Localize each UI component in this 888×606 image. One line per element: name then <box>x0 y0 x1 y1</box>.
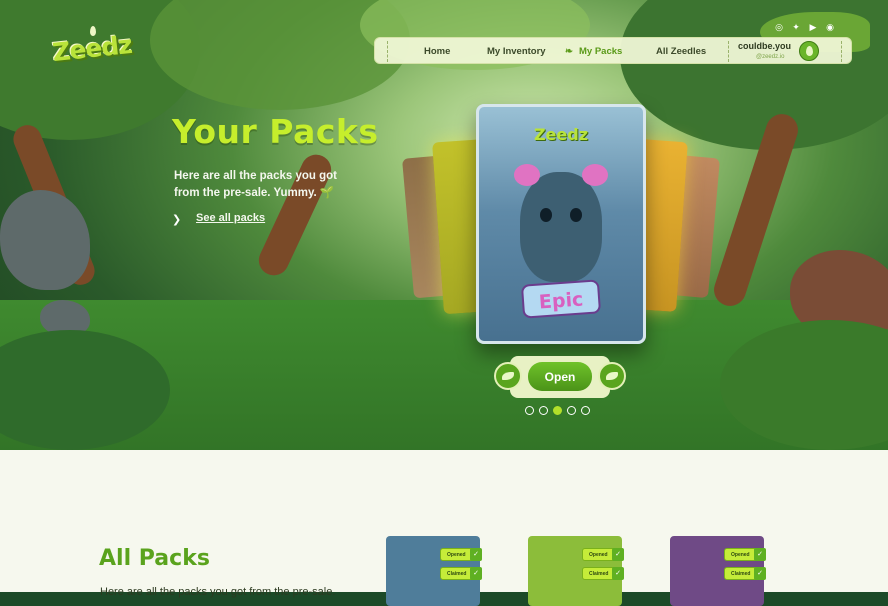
open-pack-button[interactable]: Open <box>528 362 592 391</box>
leaf-icon: ❧ <box>565 46 573 57</box>
check-icon: ✓ <box>612 548 624 561</box>
nav-divider <box>841 41 842 62</box>
zeedz-logo[interactable]: Zeedz <box>48 26 136 72</box>
rock <box>0 190 90 290</box>
carousel-dot[interactable] <box>567 406 576 415</box>
pack-logo: Zeedz <box>533 125 589 144</box>
check-icon: ✓ <box>754 567 766 580</box>
nav-all-zeedles[interactable]: All Zeedles <box>656 38 706 65</box>
nav-my-packs[interactable]: My Packs <box>579 38 622 65</box>
pack-card[interactable]: Opened ✓ Claimed ✓ <box>528 536 624 606</box>
avatar[interactable] <box>799 41 819 61</box>
carousel-dot[interactable] <box>539 406 548 415</box>
pack-card[interactable]: Opened ✓ Claimed ✓ <box>670 536 766 606</box>
logo-text: Zeedz <box>50 29 134 68</box>
discord-icon[interactable]: ◉ <box>825 23 835 33</box>
pack-card[interactable]: Opened ✓ Claimed ✓ <box>386 536 482 606</box>
user-handle: @zeedz.io <box>756 54 785 60</box>
rarity-badge: Epic <box>520 279 602 319</box>
check-icon: ✓ <box>754 548 766 561</box>
nav-home[interactable]: Home <box>424 38 450 65</box>
user-name[interactable]: couldbe.you <box>738 41 791 51</box>
chevron-down-icon[interactable]: ❯ <box>172 213 181 226</box>
hero-description: Here are all the packs you got from the … <box>174 170 337 199</box>
twitter-icon[interactable]: ✦ <box>791 23 801 33</box>
carousel-dot[interactable] <box>581 406 590 415</box>
check-icon: ✓ <box>612 567 624 580</box>
nav-my-inventory[interactable]: My Inventory <box>487 38 546 65</box>
monster-eye <box>540 208 552 222</box>
monster-eye <box>570 208 582 222</box>
check-icon: ✓ <box>470 548 482 561</box>
featured-pack[interactable]: Zeedz Epic <box>476 104 646 344</box>
section-description: Here are all the packs you got from the … <box>100 586 336 598</box>
carousel-dots <box>525 406 590 415</box>
instagram-icon[interactable]: ◎ <box>774 23 784 33</box>
social-links: ◎ ✦ ▶ ◉ <box>774 23 835 33</box>
monster-illustration <box>514 164 608 282</box>
nav-divider <box>387 41 388 62</box>
carousel-dot[interactable] <box>525 406 534 415</box>
carousel-dot-active[interactable] <box>553 406 562 415</box>
nav-divider <box>728 41 729 62</box>
see-all-packs-link[interactable]: See all packs <box>196 212 265 224</box>
page-title: Your Packs <box>172 112 379 151</box>
youtube-icon[interactable]: ▶ <box>808 23 818 33</box>
prev-pack-button[interactable] <box>494 362 522 390</box>
main-nav: Home My Inventory ❧ My Packs All Zeedles… <box>374 37 852 64</box>
section-title: All Packs <box>99 546 210 571</box>
check-icon: ✓ <box>470 567 482 580</box>
next-pack-button[interactable] <box>598 362 626 390</box>
